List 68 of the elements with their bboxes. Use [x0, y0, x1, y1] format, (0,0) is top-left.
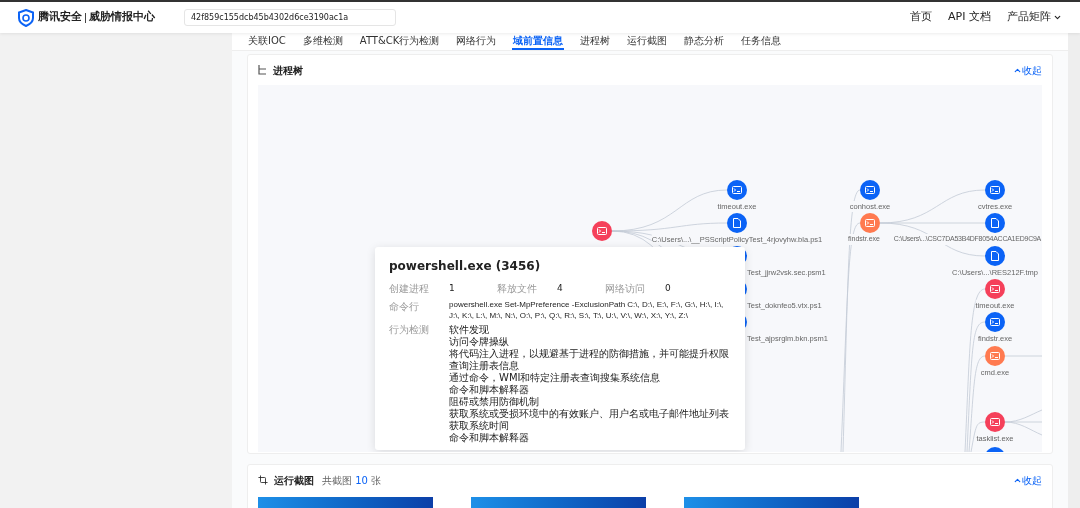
terminal-icon: [990, 352, 1000, 360]
shield-logo-icon: [18, 8, 34, 27]
process-node[interactable]: [985, 312, 1005, 332]
behavior-label: 行为检测: [389, 324, 430, 337]
brand-name: 腾讯安全: [38, 9, 82, 26]
nav-link[interactable]: 首页: [910, 9, 933, 26]
terminal-icon: [865, 186, 875, 194]
collapse-button[interactable]: 收起: [1013, 62, 1042, 78]
file-icon: [733, 218, 741, 228]
process-node[interactable]: [985, 346, 1005, 366]
process-node[interactable]: [985, 412, 1005, 432]
process-node[interactable]: [985, 279, 1005, 299]
tab[interactable]: 域前置信息: [512, 33, 565, 50]
process-node[interactable]: [860, 180, 880, 200]
tab[interactable]: 关联IOC: [247, 33, 287, 50]
popup-title: powershell.exe (3456): [389, 258, 542, 275]
process-node[interactable]: [592, 221, 612, 241]
section-title: 运行截图: [274, 473, 314, 488]
stat-label: 网络访问: [605, 282, 646, 296]
command-line: powershell.exe Set-MpPreference -ExclusionPath C:\, D:\, E:\, F:\, G:\, H:\, I:\, J:\, K:\, L:\, M:\, N:\, O:\, P:\, Q:\, R:\, S:\, T:\, U:\, V:\, W:\, X:\, Y:\, Z:\: [449, 299, 725, 321]
behavior-item: 命令和脚本解释器: [449, 432, 530, 444]
tab[interactable]: 网络行为: [455, 33, 498, 50]
process-node[interactable]: [985, 180, 1005, 200]
terminal-icon: [990, 186, 1000, 194]
stat-label: 创建进程: [389, 282, 430, 296]
process-node[interactable]: [727, 180, 747, 200]
behavior-item: 获取系统或受损环境中的有效账户、用户名或电子邮件地址列表: [449, 408, 729, 420]
section-title: 进程树: [273, 63, 303, 78]
behavior-item: 软件发现: [449, 324, 490, 336]
crop-icon: [258, 475, 268, 485]
terminal-icon: [990, 318, 1000, 326]
terminal-icon: [732, 186, 742, 194]
process-node[interactable]: [985, 213, 1005, 233]
behavior-item: 将代码注入进程，以规避基于进程的防御措施，并可能提升权限: [449, 348, 729, 360]
process-node[interactable]: [860, 213, 880, 233]
file-icon: [991, 218, 999, 228]
terminal-icon: [990, 285, 1000, 293]
screenshot-count: 共截图 10 张: [322, 473, 382, 488]
tab[interactable]: ATT&CK行为检测: [358, 33, 441, 50]
stat-value: 4: [557, 281, 564, 295]
nav-link[interactable]: API 文档: [948, 9, 991, 26]
command-label: 命令行: [389, 300, 420, 314]
nav-dropdown[interactable]: 产品矩阵: [1007, 9, 1062, 26]
behavior-item: 阻碍或禁用防御机制: [449, 396, 540, 408]
process-node[interactable]: [985, 246, 1005, 266]
product-name: 威胁情报中心: [89, 9, 155, 26]
tab[interactable]: 静态分析: [683, 33, 726, 50]
tab[interactable]: 进程树: [579, 33, 612, 50]
behavior-item: 通过命令，WMI和特定注册表查询搜集系统信息: [449, 372, 662, 384]
tab[interactable]: 多维检测: [301, 33, 344, 50]
terminal-icon: [597, 227, 607, 235]
stat-label: 释放文件: [497, 282, 538, 296]
tree-icon: [258, 65, 267, 75]
tab[interactable]: 运行截图: [626, 33, 669, 50]
collapse-button[interactable]: 收起: [1013, 472, 1042, 488]
stat-value: 0: [665, 281, 672, 295]
file-icon: [991, 251, 999, 261]
behavior-item: 获取系统时间: [449, 420, 510, 432]
chevron-down-icon: [1053, 13, 1062, 22]
tab[interactable]: 任务信息: [740, 33, 783, 50]
terminal-icon: [865, 219, 875, 227]
behavior-item: 查询注册表信息: [449, 360, 520, 372]
behavior-item: 访问令牌操纵: [449, 336, 510, 348]
search-field[interactable]: 42f859c155dcb45b4302d6ce3190ac1a: [184, 9, 396, 26]
terminal-icon: [990, 418, 1000, 426]
process-node[interactable]: [727, 213, 747, 233]
stat-value: 1: [449, 281, 456, 295]
behavior-item: 命令和脚本解释器: [449, 384, 530, 396]
